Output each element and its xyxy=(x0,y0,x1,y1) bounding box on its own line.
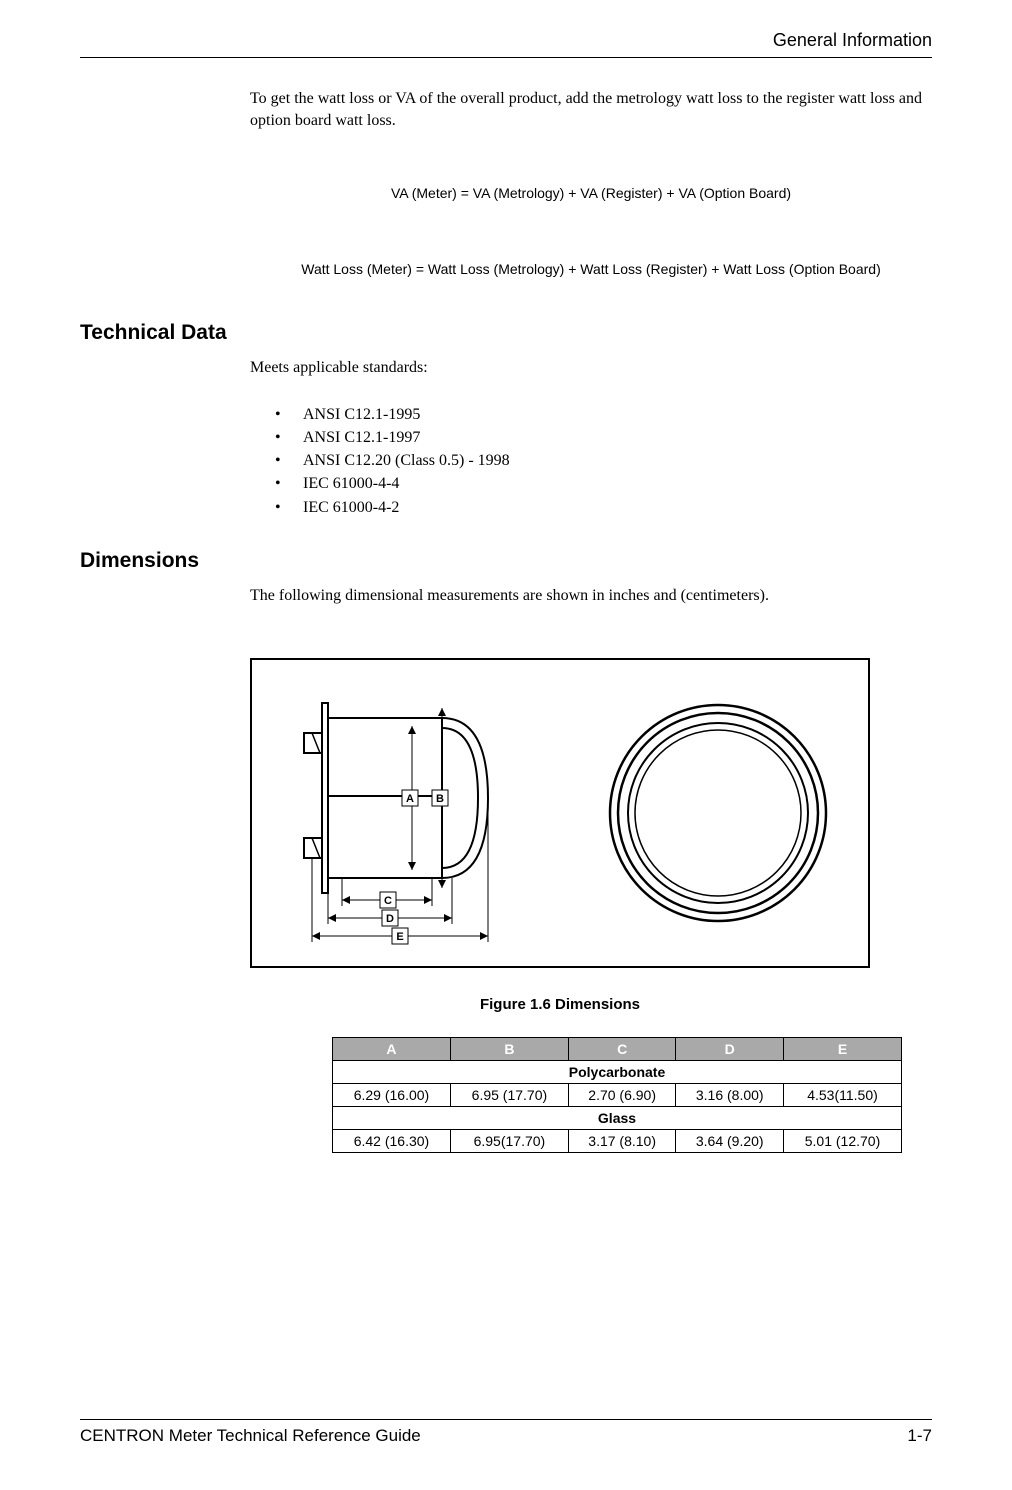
table-header: E xyxy=(784,1038,902,1061)
table-cell: 4.53(11.50) xyxy=(784,1084,902,1107)
table-cell: 3.64 (9.20) xyxy=(676,1130,784,1153)
table-cell: 6.95(17.70) xyxy=(450,1130,568,1153)
table-header: D xyxy=(676,1038,784,1061)
table-cell: 5.01 (12.70) xyxy=(784,1130,902,1153)
heading-technical-data: Technical Data xyxy=(80,321,932,345)
footer-doc-title: CENTRON Meter Technical Reference Guide xyxy=(80,1426,421,1446)
equation-va: VA (Meter) = VA (Metrology) + VA (Regist… xyxy=(250,185,932,201)
table-cell: 3.16 (8.00) xyxy=(676,1084,784,1107)
meter-side-view-icon: A B C xyxy=(282,678,542,948)
figure-caption: Figure 1.6 Dimensions xyxy=(250,996,870,1013)
list-item: ANSI C12.1-1997 xyxy=(275,426,932,449)
list-item: ANSI C12.20 (Class 0.5) - 1998 xyxy=(275,449,932,472)
page-footer: CENTRON Meter Technical Reference Guide … xyxy=(80,1411,932,1446)
intro-paragraph: To get the watt loss or VA of the overal… xyxy=(250,88,932,131)
technical-data-intro: Meets applicable standards: xyxy=(250,357,932,379)
heading-dimensions: Dimensions xyxy=(80,549,932,573)
dimensions-table: A B C D E Polycarbonate 6.29 (16.00) 6.9… xyxy=(332,1037,902,1153)
table-row: 6.29 (16.00) 6.95 (17.70) 2.70 (6.90) 3.… xyxy=(333,1084,902,1107)
table-header: B xyxy=(450,1038,568,1061)
table-header: C xyxy=(568,1038,676,1061)
footer-rule xyxy=(80,1419,932,1420)
list-item: IEC 61000-4-4 xyxy=(275,472,932,495)
table-cell: 3.17 (8.10) xyxy=(568,1130,676,1153)
standards-list: ANSI C12.1-1995 ANSI C12.1-1997 ANSI C12… xyxy=(275,403,932,519)
meter-front-view-icon xyxy=(598,693,838,933)
equation-wattloss: Watt Loss (Meter) = Watt Loss (Metrology… xyxy=(250,261,932,277)
table-cell: 6.95 (17.70) xyxy=(450,1084,568,1107)
figure-dimensions: A B C xyxy=(250,658,932,968)
list-item: IEC 61000-4-2 xyxy=(275,496,932,519)
dim-label-d: D xyxy=(386,913,394,925)
dim-label-c: C xyxy=(384,895,392,907)
page-section-header: General Information xyxy=(80,30,932,51)
table-group-label: Glass xyxy=(333,1107,902,1130)
list-item: ANSI C12.1-1995 xyxy=(275,403,932,426)
dim-label-b: B xyxy=(436,793,444,805)
header-rule xyxy=(80,57,932,58)
table-cell: 6.29 (16.00) xyxy=(333,1084,451,1107)
table-row: 6.42 (16.30) 6.95(17.70) 3.17 (8.10) 3.6… xyxy=(333,1130,902,1153)
table-cell: 6.42 (16.30) xyxy=(333,1130,451,1153)
dimensions-intro: The following dimensional measurements a… xyxy=(250,585,932,607)
dim-label-e: E xyxy=(396,931,403,943)
table-group-label: Polycarbonate xyxy=(333,1061,902,1084)
table-cell: 2.70 (6.90) xyxy=(568,1084,676,1107)
dim-label-a: A xyxy=(406,793,414,805)
footer-page-number: 1-7 xyxy=(907,1426,932,1446)
table-header: A xyxy=(333,1038,451,1061)
